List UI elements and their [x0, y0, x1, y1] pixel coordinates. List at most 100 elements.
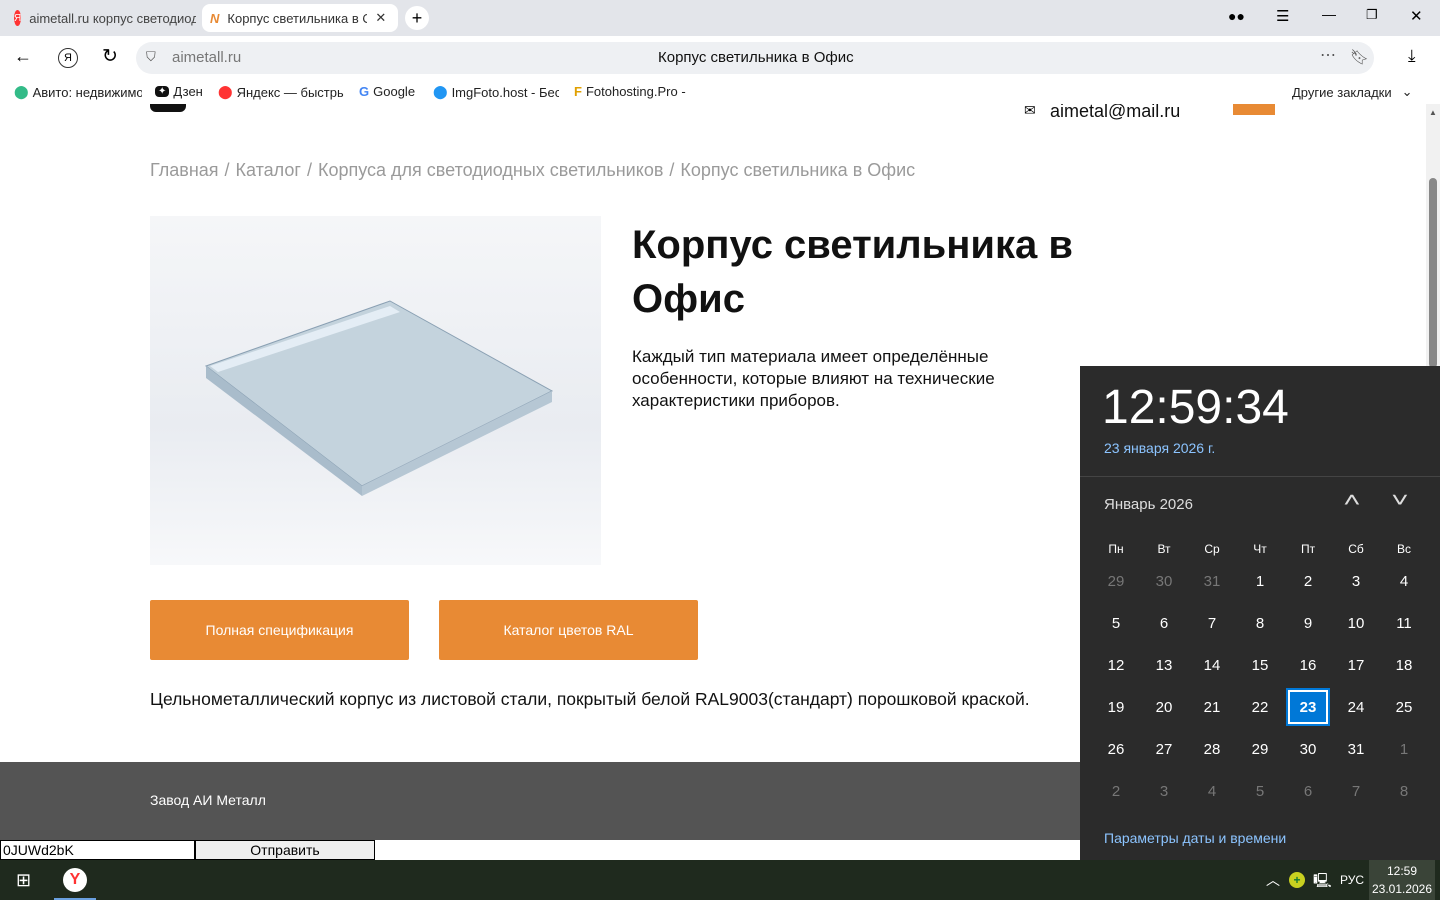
more-icon[interactable]: ⋯ [1320, 45, 1336, 65]
tab-active[interactable]: N Корпус светильника в Офис ✕ [202, 4, 398, 32]
full-spec-button[interactable]: Полная спецификация [150, 600, 409, 660]
close-window-button[interactable]: ✕ [1410, 7, 1423, 25]
calendar-day[interactable]: 17 [1334, 646, 1378, 684]
scroll-up-icon[interactable]: ▲ [1429, 108, 1437, 117]
tab-search[interactable]: Я aimetall.ru корпус светодиодных [6, 4, 196, 32]
calendar-day[interactable]: 15 [1238, 646, 1282, 684]
tray-chevron-up-icon[interactable]: ︿ [1266, 870, 1280, 890]
omnibox[interactable]: ⛉ aimetall.ru Корпус светильника в Офис … [136, 42, 1374, 74]
calendar-day[interactable]: 7 [1190, 604, 1234, 642]
breadcrumb-category[interactable]: Корпуса для светодиодных светильников [318, 160, 663, 181]
calendar-day[interactable]: 6 [1286, 772, 1330, 810]
header-button[interactable] [1233, 104, 1275, 115]
taskbar-date: 23.01.2026 [1371, 882, 1433, 896]
text-input[interactable]: 0JUWd2bK [0, 840, 195, 860]
calendar-day[interactable]: 16 [1286, 646, 1330, 684]
divider [1080, 476, 1440, 477]
calendar-day[interactable]: 8 [1382, 772, 1426, 810]
reload-icon[interactable]: ↻ [102, 45, 118, 68]
network-icon[interactable]: 🖳︎ [1313, 870, 1332, 894]
calendar-day[interactable]: 20 [1142, 688, 1186, 726]
calendar-day[interactable]: 31 [1190, 562, 1234, 600]
calendar-day[interactable]: 12 [1094, 646, 1138, 684]
calendar-day[interactable]: 19 [1094, 688, 1138, 726]
calendar-day[interactable]: 2 [1094, 772, 1138, 810]
bookmark-avito[interactable]: ⬤Авито: недвижимость [14, 84, 142, 100]
calendar-day[interactable]: 28 [1190, 730, 1234, 768]
calendar-day[interactable]: 5 [1238, 772, 1282, 810]
yandex-icon: ⬤ [218, 84, 233, 99]
submit-button[interactable]: Отправить [195, 840, 375, 860]
taskbar-clock[interactable]: 12:59 23.01.2026 [1369, 860, 1435, 900]
taskbar-yandex-browser[interactable]: Y [54, 860, 96, 900]
month-label[interactable]: Январь 2026 [1104, 496, 1193, 513]
restore-button[interactable]: ❐ [1366, 7, 1378, 23]
bookmark-fotohosting[interactable]: F Fotohosting.Pro - [574, 84, 700, 99]
back-icon[interactable]: ← [14, 46, 32, 67]
tray-app-icon[interactable]: + [1289, 872, 1305, 888]
calendar-day[interactable]: 13 [1142, 646, 1186, 684]
calendar-day[interactable]: 21 [1190, 688, 1234, 726]
bookmark-dzen[interactable]: ✦ Дзен [155, 84, 203, 99]
calendar-day[interactable]: 18 [1382, 646, 1426, 684]
breadcrumb-catalog[interactable]: Каталог [236, 160, 301, 181]
bookmark-yandex[interactable]: ⬤ Яндекс — быстрый [218, 84, 344, 100]
calendar-day[interactable]: 5 [1094, 604, 1138, 642]
calendar-day[interactable]: 25 [1382, 688, 1426, 726]
calendar-day[interactable]: 3 [1334, 562, 1378, 600]
calendar-day[interactable]: 7 [1334, 772, 1378, 810]
full-date-link[interactable]: 23 января 2026 г. [1104, 440, 1215, 456]
calendar-day[interactable]: 31 [1334, 730, 1378, 768]
calendar-day[interactable]: 1 [1382, 730, 1426, 768]
breadcrumb-home[interactable]: Главная [150, 160, 219, 181]
calendar-day[interactable]: 26 [1094, 730, 1138, 768]
calendar-day[interactable]: 11 [1382, 604, 1426, 642]
calendar-day[interactable]: 30 [1286, 730, 1330, 768]
calendar-day[interactable]: 29 [1094, 562, 1138, 600]
menu-icon[interactable]: ☰ [1276, 7, 1289, 25]
bookmark-imgfoto[interactable]: ⬤ImgFoto.host - Бесплатный [433, 84, 559, 100]
calendar-day[interactable]: 9 [1286, 604, 1330, 642]
calendar-day[interactable]: 4 [1190, 772, 1234, 810]
calendar-day[interactable]: 2 [1286, 562, 1330, 600]
other-bookmarks[interactable]: Другие закладки ⌄ [1292, 84, 1413, 100]
calendar-day[interactable]: 22 [1238, 688, 1282, 726]
bookmark-label: Fotohosting.Pro - [585, 84, 686, 99]
minimize-button[interactable]: — [1322, 6, 1336, 22]
windows-start-icon[interactable]: ⊞ [16, 870, 31, 891]
calendar-day[interactable]: 24 [1334, 688, 1378, 726]
yandex-home-icon[interactable]: Я [58, 48, 78, 68]
taskbar: ⊞ Y ︿ + 🖳︎ РУС 12:59 23.01.2026 [0, 860, 1440, 900]
incognito-glasses-icon[interactable]: ●● [1228, 8, 1245, 24]
ral-catalog-button[interactable]: Каталог цветов RAL [439, 600, 698, 660]
calendar-day[interactable]: 3 [1142, 772, 1186, 810]
bookmark-google[interactable]: G Google [359, 84, 415, 99]
close-tab-icon[interactable]: ✕ [375, 10, 386, 26]
tab-label: aimetall.ru корпус светодиодных [29, 10, 196, 26]
calendar-day[interactable]: 29 [1238, 730, 1282, 768]
product-title: Корпус светильника в Офис [632, 223, 1073, 321]
address-bar-row: ← Я ↻ ⛉ aimetall.ru Корпус светильника в… [0, 36, 1440, 78]
weekday-header: Сб [1348, 542, 1364, 556]
download-icon[interactable]: ⤓ [1408, 46, 1416, 66]
calendar-day-selected[interactable]: 23 [1286, 688, 1330, 726]
email-link[interactable]: aimetal@mail.ru [1050, 104, 1180, 122]
site-logo [150, 104, 186, 112]
chevron-up-icon[interactable]: ˄ [1343, 490, 1361, 513]
new-tab-button[interactable]: + [405, 6, 429, 30]
calendar-day[interactable]: 6 [1142, 604, 1186, 642]
calendar-day[interactable]: 8 [1238, 604, 1282, 642]
calendar-day[interactable]: 4 [1382, 562, 1426, 600]
calendar-day[interactable]: 30 [1142, 562, 1186, 600]
chevron-down-icon[interactable]: ˅ [1391, 490, 1409, 513]
bookmark-label: ImgFoto.host - Бесплатный [451, 84, 559, 100]
calendar-day[interactable]: 14 [1190, 646, 1234, 684]
bookmark-icon[interactable]: 🔖︎ [1350, 48, 1369, 66]
language-indicator[interactable]: РУС [1340, 873, 1364, 887]
calendar-day[interactable]: 10 [1334, 604, 1378, 642]
calendar-day[interactable]: 27 [1142, 730, 1186, 768]
scrollbar-thumb[interactable] [1429, 178, 1437, 368]
weekday-header: Чт [1253, 542, 1267, 556]
date-time-settings-link[interactable]: Параметры даты и времени [1104, 830, 1286, 846]
calendar-day[interactable]: 1 [1238, 562, 1282, 600]
